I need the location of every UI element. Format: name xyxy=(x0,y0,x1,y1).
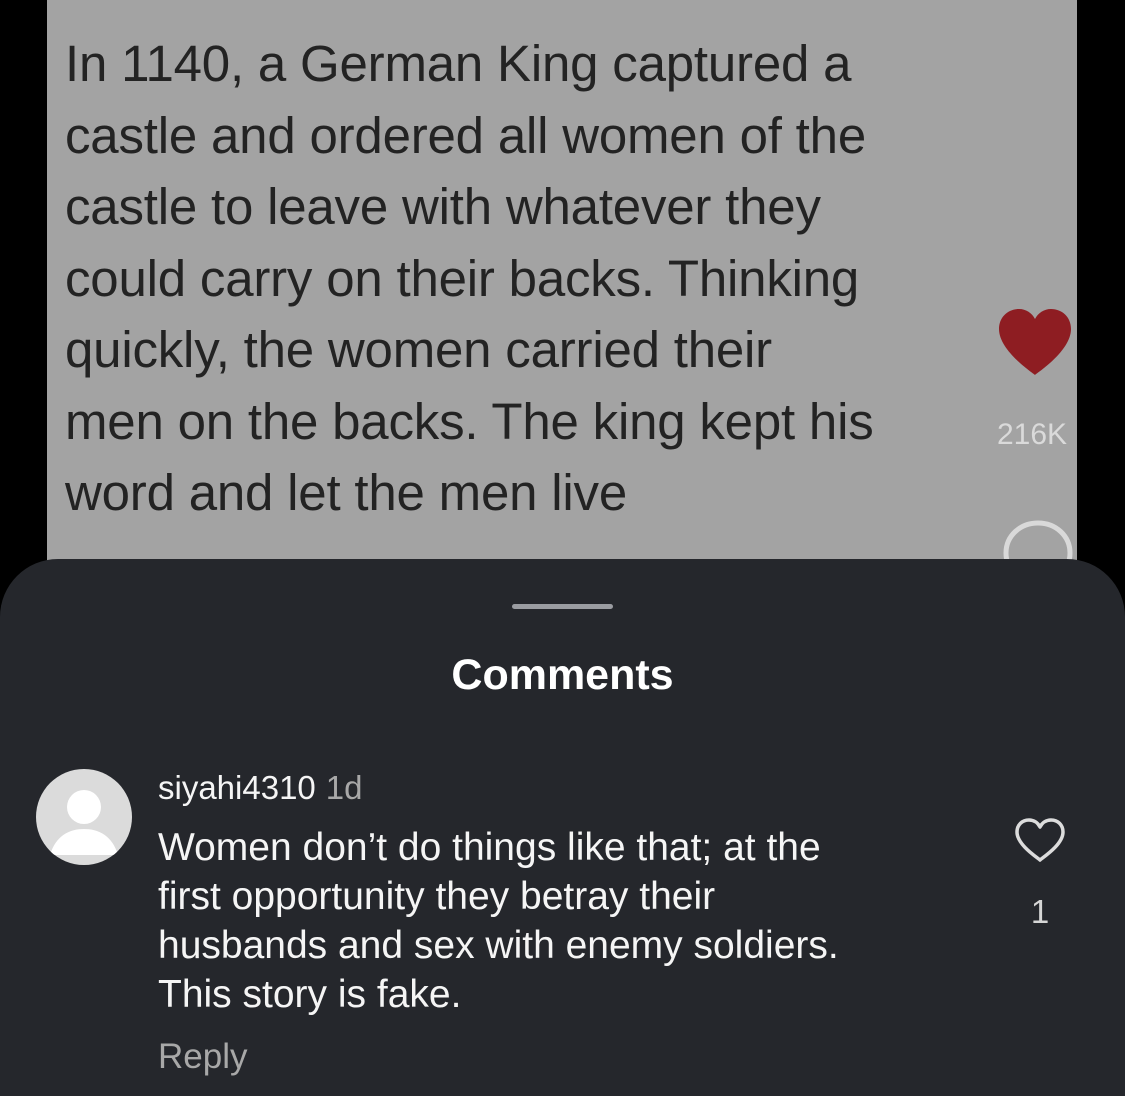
sheet-title: Comments xyxy=(451,651,674,699)
heart-outline-icon[interactable] xyxy=(1014,817,1066,863)
comment-header: siyahi4310 1d xyxy=(158,769,363,807)
comment-username[interactable]: siyahi4310 xyxy=(158,769,316,806)
post-text-line: could carry on their backs. Thinking xyxy=(65,249,860,307)
post-text-line: quickly, the women carried their xyxy=(65,321,772,378)
heart-filled-icon[interactable] xyxy=(995,305,1075,377)
comment-body-line: This story is fake. xyxy=(158,973,462,1016)
comment-time: 1d xyxy=(325,769,363,806)
reply-button[interactable]: Reply xyxy=(158,1037,247,1077)
post-text-line: men on the backs. The king kept his xyxy=(65,392,874,450)
post-like-count: 216K xyxy=(996,418,1068,451)
default-avatar-icon xyxy=(50,790,118,855)
comment-like-count: 1 xyxy=(1030,893,1050,930)
post-text-line: castle and ordered all women of the xyxy=(65,106,866,164)
comment-body: Women don’t do things like that; at the … xyxy=(158,823,948,1019)
comment-body-line: husbands and sex with enemy soldiers. xyxy=(158,924,839,967)
comment-body-line: Women don’t do things like that; at the xyxy=(158,826,821,869)
post-card: In 1140, a German King captured a castle… xyxy=(47,0,1077,600)
post-text-line: word and let the men live xyxy=(65,464,627,521)
post-text: In 1140, a German King captured a castle… xyxy=(65,28,1075,529)
post-text-line: castle to leave with whatever they xyxy=(65,178,821,235)
comment-body-line: first opportunity they betray their xyxy=(158,875,716,918)
post-actions: 216K xyxy=(990,300,1090,600)
comments-sheet: Comments siyahi4310 1d Women don’t do thi… xyxy=(0,559,1125,1096)
avatar[interactable] xyxy=(36,769,132,865)
post-text-line: In 1140, a German King captured a xyxy=(65,35,852,92)
sheet-grabber[interactable] xyxy=(512,604,613,609)
